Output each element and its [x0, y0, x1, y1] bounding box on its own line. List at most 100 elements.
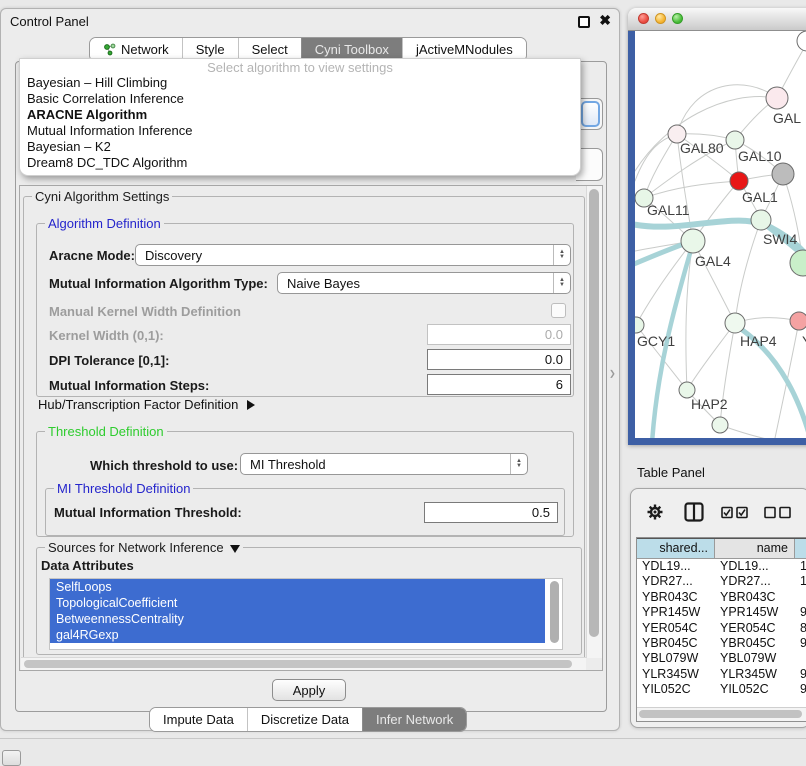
table-row[interactable]: YIL052CYIL052C9.: [637, 682, 806, 697]
network-edge-gray[interactable]: [687, 323, 735, 390]
split-columns-icon[interactable]: [684, 502, 704, 522]
group-title: Cyni Algorithm Settings: [32, 189, 172, 204]
node-label: GAL: [773, 110, 801, 126]
network-node[interactable]: [751, 210, 771, 230]
network-view-window: GALGAL80GAL10GAL1GAL11SWI4GAL4GCY1HAP4YH…: [628, 8, 806, 445]
network-edge-gray[interactable]: [644, 134, 677, 198]
column-header-name[interactable]: name: [715, 539, 795, 558]
algorithm-option[interactable]: ARACNE Algorithm: [20, 107, 580, 123]
tab-label: Style: [196, 42, 225, 57]
table-cell: 9.: [795, 636, 806, 651]
table-row[interactable]: YPR145WYPR145W9.: [637, 605, 806, 620]
kernel-width-input[interactable]: [427, 324, 571, 345]
column-header-shared[interactable]: shared...: [637, 539, 715, 558]
table-cell: 9.: [795, 605, 806, 620]
close-window-icon[interactable]: ✖: [599, 12, 611, 29]
data-attribute-item[interactable]: gal4RGexp: [50, 627, 545, 643]
network-node[interactable]: [790, 312, 806, 330]
network-edge-gray[interactable]: [735, 220, 761, 323]
network-canvas[interactable]: GALGAL80GAL10GAL1GAL11SWI4GAL4GCY1HAP4YH…: [635, 31, 806, 438]
mi-algorithm-type-select[interactable]: Naive Bayes ▲▼: [277, 272, 571, 294]
spinner-arrows-icon: ▲▼: [510, 454, 527, 474]
gear-icon[interactable]: [645, 502, 665, 522]
network-node[interactable]: [712, 417, 728, 433]
network-node[interactable]: [797, 31, 806, 51]
table-row[interactable]: YDL19...YDL19...13: [637, 559, 806, 574]
minimize-traffic-light-icon[interactable]: [655, 13, 666, 24]
algorithm-selector-spinner-fragment[interactable]: [580, 98, 603, 130]
table-row[interactable]: YDR27...YDR27...12: [637, 574, 806, 589]
node-label: GAL4: [695, 253, 731, 269]
tab-infer-network[interactable]: Infer Network: [362, 708, 466, 731]
manual-kernel-checkbox[interactable]: [551, 303, 566, 318]
scrollbar-thumb[interactable]: [589, 189, 599, 637]
network-edge-gray[interactable]: [644, 181, 739, 198]
data-attributes-list[interactable]: SelfLoopsTopologicalCoefficientBetweenne…: [49, 578, 563, 650]
network-window-titlebar[interactable]: [628, 8, 806, 31]
network-node[interactable]: [726, 131, 744, 149]
data-attribute-item[interactable]: BetweennessCentrality: [50, 611, 545, 627]
mi-threshold-input[interactable]: [424, 502, 558, 523]
table-row[interactable]: YBR043CYBR043C: [637, 590, 806, 605]
table-body: YDL19...YDL19...13YDR27...YDR27...12YBR0…: [637, 559, 806, 698]
data-attribute-item[interactable]: TopologicalCoefficient: [50, 595, 545, 611]
scrollbar-thumb[interactable]: [24, 660, 572, 668]
settings-horizontal-scrollbar[interactable]: [21, 657, 586, 670]
table-cell: YBL079W: [715, 651, 795, 666]
kernel-width-label: Kernel Width (0,1):: [49, 328, 164, 343]
which-threshold-select[interactable]: MI Threshold ▲▼: [240, 453, 528, 475]
table-cell: [795, 590, 806, 605]
network-node[interactable]: [772, 163, 794, 185]
dpi-tolerance-input[interactable]: [427, 349, 571, 370]
aracne-mode-select[interactable]: Discovery ▲▼: [135, 244, 571, 266]
apply-button[interactable]: Apply: [272, 679, 346, 701]
network-node[interactable]: [725, 313, 745, 333]
table-row[interactable]: YER054CYER054C8.: [637, 621, 806, 636]
algorithm-option[interactable]: Mutual Information Inference: [20, 123, 580, 139]
aracne-mode-value: Discovery: [136, 248, 553, 263]
tab-impute-data[interactable]: Impute Data: [150, 708, 247, 731]
network-node[interactable]: [730, 172, 748, 190]
table-cell: YIL052C: [715, 682, 795, 697]
table-cell: YBL079W: [637, 651, 715, 666]
node-label: HAP4: [740, 333, 777, 349]
node-label: SWI4: [763, 231, 797, 247]
algorithm-option[interactable]: Dream8 DC_TDC Algorithm: [20, 155, 580, 171]
table-row[interactable]: YBL079WYBL079W: [637, 651, 806, 666]
table-cell: 9.: [795, 682, 806, 697]
expand-right-icon: [247, 400, 255, 410]
settings-vertical-scrollbar[interactable]: [586, 186, 602, 658]
scrollbar-thumb[interactable]: [639, 710, 802, 718]
column-header-cut[interactable]: [795, 539, 806, 558]
bottom-left-mini-button[interactable]: [2, 750, 21, 766]
network-edge-gray[interactable]: [677, 85, 777, 134]
network-node[interactable]: [635, 317, 644, 333]
hub-definition-expander[interactable]: Hub/Transcription Factor Definition: [38, 397, 255, 412]
algorithm-option[interactable]: Basic Correlation Inference: [20, 91, 580, 107]
zoom-traffic-light-icon[interactable]: [672, 13, 683, 24]
table-horizontal-scrollbar[interactable]: [637, 707, 806, 721]
checked-checkboxes-icon[interactable]: [721, 506, 749, 519]
node-label: GCY1: [637, 333, 675, 349]
node-label: Y: [802, 333, 806, 349]
tab-label: Cyni Toolbox: [315, 42, 389, 57]
group-title: MI Threshold Definition: [54, 481, 193, 496]
unchecked-checkboxes-icon[interactable]: [764, 506, 792, 519]
algorithm-option[interactable]: Bayesian – K2: [20, 139, 580, 155]
table-cell: 12: [795, 574, 806, 589]
table-row[interactable]: YLR345WYLR345W9.: [637, 667, 806, 682]
data-attribute-item[interactable]: SelfLoops: [50, 579, 545, 595]
tab-discretize-data[interactable]: Discretize Data: [247, 708, 362, 731]
mi-steps-input[interactable]: [427, 374, 571, 395]
splitter-handle[interactable]: ❯: [609, 369, 616, 378]
algorithm-option[interactable]: Bayesian – Hill Climbing: [20, 75, 580, 91]
close-traffic-light-icon[interactable]: [638, 13, 649, 24]
algorithm-definition-group: Algorithm Definition Aracne Mode: Discov…: [36, 223, 574, 397]
network-node[interactable]: [790, 250, 806, 276]
table-row[interactable]: YBR045CYBR045C9.: [637, 636, 806, 651]
float-window-icon[interactable]: [578, 16, 590, 28]
collapse-down-icon[interactable]: [230, 545, 240, 553]
network-node[interactable]: [766, 87, 788, 109]
list-scrollbar-thumb[interactable]: [550, 581, 559, 643]
network-node[interactable]: [681, 229, 705, 253]
